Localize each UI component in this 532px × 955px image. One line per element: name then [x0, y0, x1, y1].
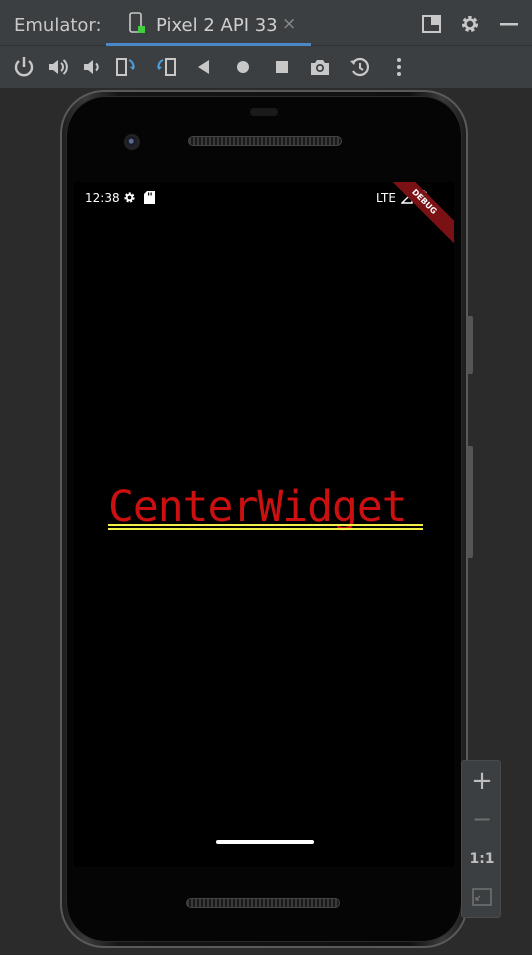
device-power-button[interactable]	[467, 316, 473, 374]
status-network: LTE	[376, 191, 396, 205]
actual-size-button[interactable]: 1:1	[462, 841, 502, 879]
earpiece	[250, 108, 278, 116]
volume-up-icon[interactable]	[46, 55, 70, 79]
tab-device[interactable]: Pixel 2 API 33 ×	[106, 0, 311, 46]
text-decoration-line	[108, 524, 423, 526]
top-speaker-grille	[188, 136, 342, 146]
zoom-out-button[interactable]: −	[462, 801, 502, 839]
overview-icon[interactable]	[270, 55, 294, 79]
screenshot-icon[interactable]	[308, 55, 332, 79]
more-icon[interactable]	[387, 55, 411, 79]
window-restore-icon[interactable]	[421, 13, 443, 35]
bottom-speaker-grille	[186, 898, 340, 908]
device-tab-label: Pixel 2 API 33	[156, 15, 278, 36]
front-camera	[124, 134, 140, 150]
minimize-icon[interactable]	[498, 13, 520, 35]
status-time: 12:38	[85, 191, 120, 205]
device-screen[interactable]: 12:38 LTE DEBUG CenterWidget	[74, 182, 454, 867]
power-icon[interactable]	[12, 55, 36, 79]
fit-screen-icon[interactable]	[472, 888, 492, 906]
emulator-header: Emulator: Pixel 2 API 33 ×	[0, 0, 532, 46]
zoom-in-button[interactable]: +	[462, 763, 502, 801]
gear-icon[interactable]	[459, 13, 481, 35]
home-icon[interactable]	[231, 55, 255, 79]
zoom-controls: + − 1:1	[461, 760, 501, 918]
gesture-home-bar[interactable]	[216, 840, 314, 844]
close-icon[interactable]: ×	[282, 14, 296, 34]
device-volume-rocker[interactable]	[467, 446, 473, 558]
back-icon[interactable]	[192, 55, 216, 79]
volume-down-icon[interactable]	[80, 55, 104, 79]
rotate-right-icon[interactable]	[154, 55, 178, 79]
rotate-left-icon[interactable]	[114, 55, 138, 79]
settings-notification-icon	[124, 192, 135, 203]
emulator-label: Emulator:	[14, 15, 102, 36]
text-decoration-line	[108, 528, 423, 530]
emulator-toolbar	[0, 46, 532, 88]
phone-icon	[129, 12, 145, 33]
snapshot-icon[interactable]	[348, 55, 372, 79]
sd-card-icon	[144, 191, 155, 204]
